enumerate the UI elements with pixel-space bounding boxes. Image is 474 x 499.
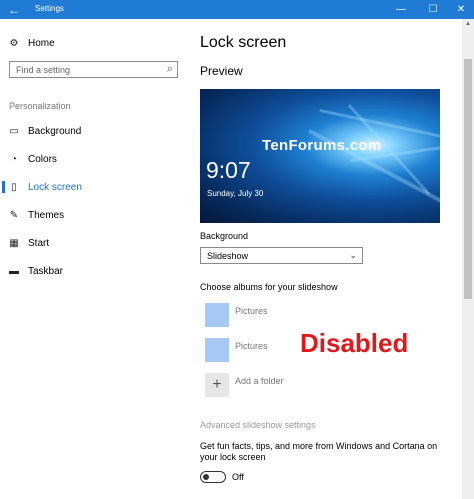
sidebar-item-background[interactable]: ▭ Background (0, 119, 190, 143)
sidebar-item-label: Themes (28, 209, 65, 221)
sidebar-item-lock-screen[interactable]: ▯ Lock screen (0, 175, 190, 199)
start-icon: ▦ (9, 237, 19, 249)
add-folder-label: Add a folder (235, 376, 284, 386)
background-label: Background (200, 231, 249, 241)
palette-icon: ◔ (10, 153, 18, 165)
album-item: Pictures (205, 303, 335, 327)
fun-facts-label: Get fun facts, tips, and more from Windo… (200, 441, 438, 462)
album-name: Pictures (235, 306, 268, 316)
toggle-state: Off (232, 472, 244, 482)
plus-icon: + (205, 373, 229, 397)
picture-icon: ▭ (9, 125, 19, 137)
preview-heading: Preview (200, 64, 243, 78)
preview-time: 9:07 (206, 157, 251, 183)
background-value: Slideshow (207, 251, 249, 261)
minimize-icon[interactable]: — (386, 0, 416, 19)
sidebar-item-colors[interactable]: ◔ Colors (0, 147, 190, 171)
preview-date: Sunday, July 30 (207, 189, 264, 198)
sidebar-item-label: Background (28, 125, 82, 137)
sidebar-item-label: Home (28, 37, 55, 49)
window-title: Settings (35, 4, 64, 13)
sidebar-item-taskbar[interactable]: ▬ Taskbar (0, 259, 190, 283)
maximize-icon[interactable]: ☐ (418, 0, 448, 19)
title-bar: ← Settings — ☐ ✕ (0, 0, 474, 19)
sidebar-item-label: Lock screen (28, 181, 82, 193)
taskbar-icon: ▬ (9, 265, 19, 277)
search-placeholder: Find a setting (16, 65, 71, 75)
back-arrow-icon[interactable]: ← (0, 0, 28, 19)
sidebar-item-label: Start (28, 237, 50, 249)
search-input[interactable]: Find a setting ⌕ (9, 61, 178, 78)
album-thumbnail (205, 303, 229, 327)
album-thumbnail (205, 338, 229, 362)
scrollbar[interactable]: ▲ (462, 19, 474, 499)
toggle-knob (203, 473, 209, 480)
fun-facts-toggle[interactable] (200, 471, 226, 483)
lock-screen-preview: TenForums.com 9:07 Sunday, July 30 (200, 89, 440, 223)
main-content: Lock screen Preview TenForums.com 9:07 S… (190, 19, 460, 499)
sidebar: ⚙ Home Find a setting ⌕ Personalization … (0, 19, 190, 499)
albums-heading: Choose albums for your slideshow (200, 282, 338, 292)
scroll-up-icon[interactable]: ▲ (462, 21, 474, 31)
album-name: Pictures (235, 341, 268, 351)
add-folder-button: + Add a folder (205, 373, 335, 397)
close-icon[interactable]: ✕ (446, 0, 474, 19)
sidebar-item-start[interactable]: ▦ Start (0, 231, 190, 255)
advanced-slideshow-link: Advanced slideshow settings (200, 420, 316, 430)
page-title: Lock screen (200, 34, 287, 51)
scroll-thumb[interactable] (464, 59, 472, 299)
sidebar-item-home[interactable]: ⚙ Home (0, 31, 190, 55)
sidebar-item-label: Colors (28, 153, 57, 165)
sidebar-item-themes[interactable]: ✎ Themes (0, 203, 190, 227)
brush-icon: ✎ (9, 209, 19, 221)
sidebar-item-label: Taskbar (28, 265, 64, 277)
search-icon[interactable]: ⌕ (167, 63, 173, 76)
lock-screen-icon: ▯ (11, 181, 17, 193)
watermark-text: TenForums.com (262, 137, 382, 154)
section-heading: Personalization (9, 101, 71, 111)
disabled-annotation: Disabled (300, 328, 409, 358)
background-dropdown[interactable]: Slideshow ⌄ (200, 247, 363, 264)
gear-icon: ⚙ (9, 37, 19, 49)
chevron-down-icon: ⌄ (349, 250, 357, 260)
